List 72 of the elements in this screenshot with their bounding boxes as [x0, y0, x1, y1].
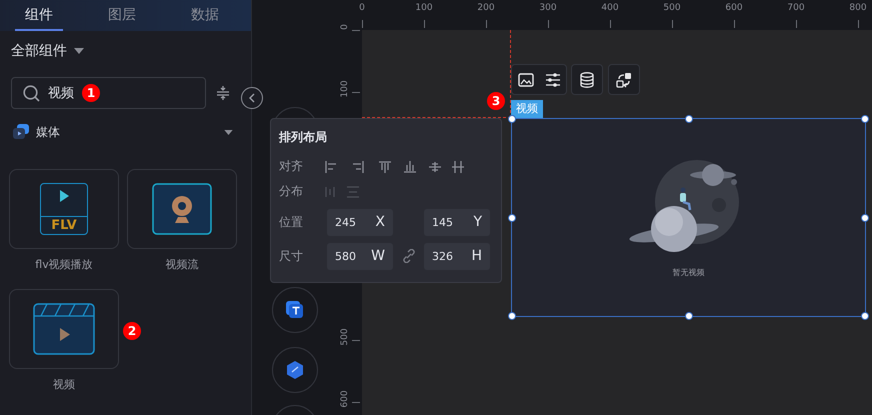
popup-title: 排列布局 [279, 129, 328, 146]
component-card[interactable] [127, 169, 237, 249]
link-icon[interactable] [402, 249, 416, 263]
panel-tab[interactable]: 数据 [181, 0, 229, 31]
ruler-label: 300 [538, 3, 558, 13]
shape-tool-button[interactable] [272, 347, 318, 393]
caret-icon[interactable] [224, 130, 233, 134]
database-icon [580, 72, 594, 88]
settings-button[interactable] [544, 72, 560, 86]
ruler-label: 100 [414, 3, 434, 13]
group-label: 媒体 [36, 124, 60, 140]
clapperboard-icon [33, 303, 95, 355]
panel-tab[interactable]: 图层 [98, 0, 146, 31]
row-label: 分布 [279, 183, 303, 200]
collapse-button[interactable] [241, 87, 263, 109]
ruler-label: 600 [340, 389, 350, 410]
flv-icon: FLV [40, 183, 88, 235]
ruler-label: 0 [340, 23, 350, 32]
component-label: 视频 [53, 377, 75, 392]
row-label: 尺寸 [279, 248, 304, 264]
ruler-label: 500 [662, 3, 682, 13]
component-card[interactable]: FLV [9, 169, 119, 249]
image-button[interactable] [518, 72, 534, 86]
ruler-label: 200 [476, 3, 496, 13]
ruler-label: 400 [600, 3, 620, 13]
step-badge: 2 [123, 322, 141, 340]
row-label: 对齐 [279, 158, 303, 175]
resize-handle[interactable] [861, 115, 869, 123]
search-icon [23, 84, 40, 102]
search-field[interactable]: 视频 1 [11, 77, 206, 109]
text-tool-button[interactable] [272, 287, 318, 333]
resize-handle[interactable] [508, 214, 516, 222]
number-field[interactable]: 245 X [327, 208, 393, 236]
hexagon-icon [285, 360, 305, 380]
empty-state-text: 暂无视频 [672, 267, 704, 278]
ruler-label: 100 [340, 79, 350, 100]
component-label: 视频流 [166, 257, 198, 272]
number-field[interactable]: 326 H [424, 242, 490, 270]
video-widget[interactable]: 暂无视频 [511, 118, 866, 317]
search-value: 视频 [48, 85, 74, 102]
number-field[interactable]: 145 Y [424, 208, 490, 236]
ruler-label: 500 [340, 327, 350, 348]
panel-tab[interactable]: 组件 [15, 0, 63, 31]
resize-handle[interactable] [861, 312, 869, 320]
resize-handle[interactable] [684, 312, 692, 320]
step-badge: 1 [82, 84, 100, 102]
interaction-button[interactable] [608, 64, 640, 95]
image-icon [518, 72, 534, 86]
distribute-icons-drawing [325, 186, 359, 198]
webcam-icon [152, 183, 212, 235]
resize-handle[interactable] [684, 115, 692, 123]
resize-handle[interactable] [508, 312, 516, 320]
ruler-label: 600 [724, 3, 744, 13]
media-icon [12, 123, 30, 141]
row-label: 位置 [279, 214, 304, 230]
sliders-icon [544, 72, 560, 86]
number-field[interactable]: 580 W [327, 242, 393, 270]
ruler-label: 0 [358, 3, 366, 13]
resize-handle[interactable] [508, 115, 516, 123]
caret-icon [74, 48, 84, 54]
resize-handle[interactable] [861, 214, 869, 222]
chevron-left-icon [248, 93, 256, 103]
text-icon [285, 300, 305, 320]
widget-tag: 视频 [511, 100, 543, 118]
ruler-label: 800 [848, 3, 868, 13]
category-dropdown[interactable]: 全部组件 [11, 42, 84, 60]
data-button[interactable] [571, 64, 603, 95]
collapse-all-icon[interactable] [216, 85, 230, 101]
step-badge: 3 [487, 92, 505, 110]
component-label: flv视频播放 [35, 257, 93, 272]
ruler-label: 700 [786, 3, 806, 13]
swap-shapes-icon [616, 72, 632, 88]
